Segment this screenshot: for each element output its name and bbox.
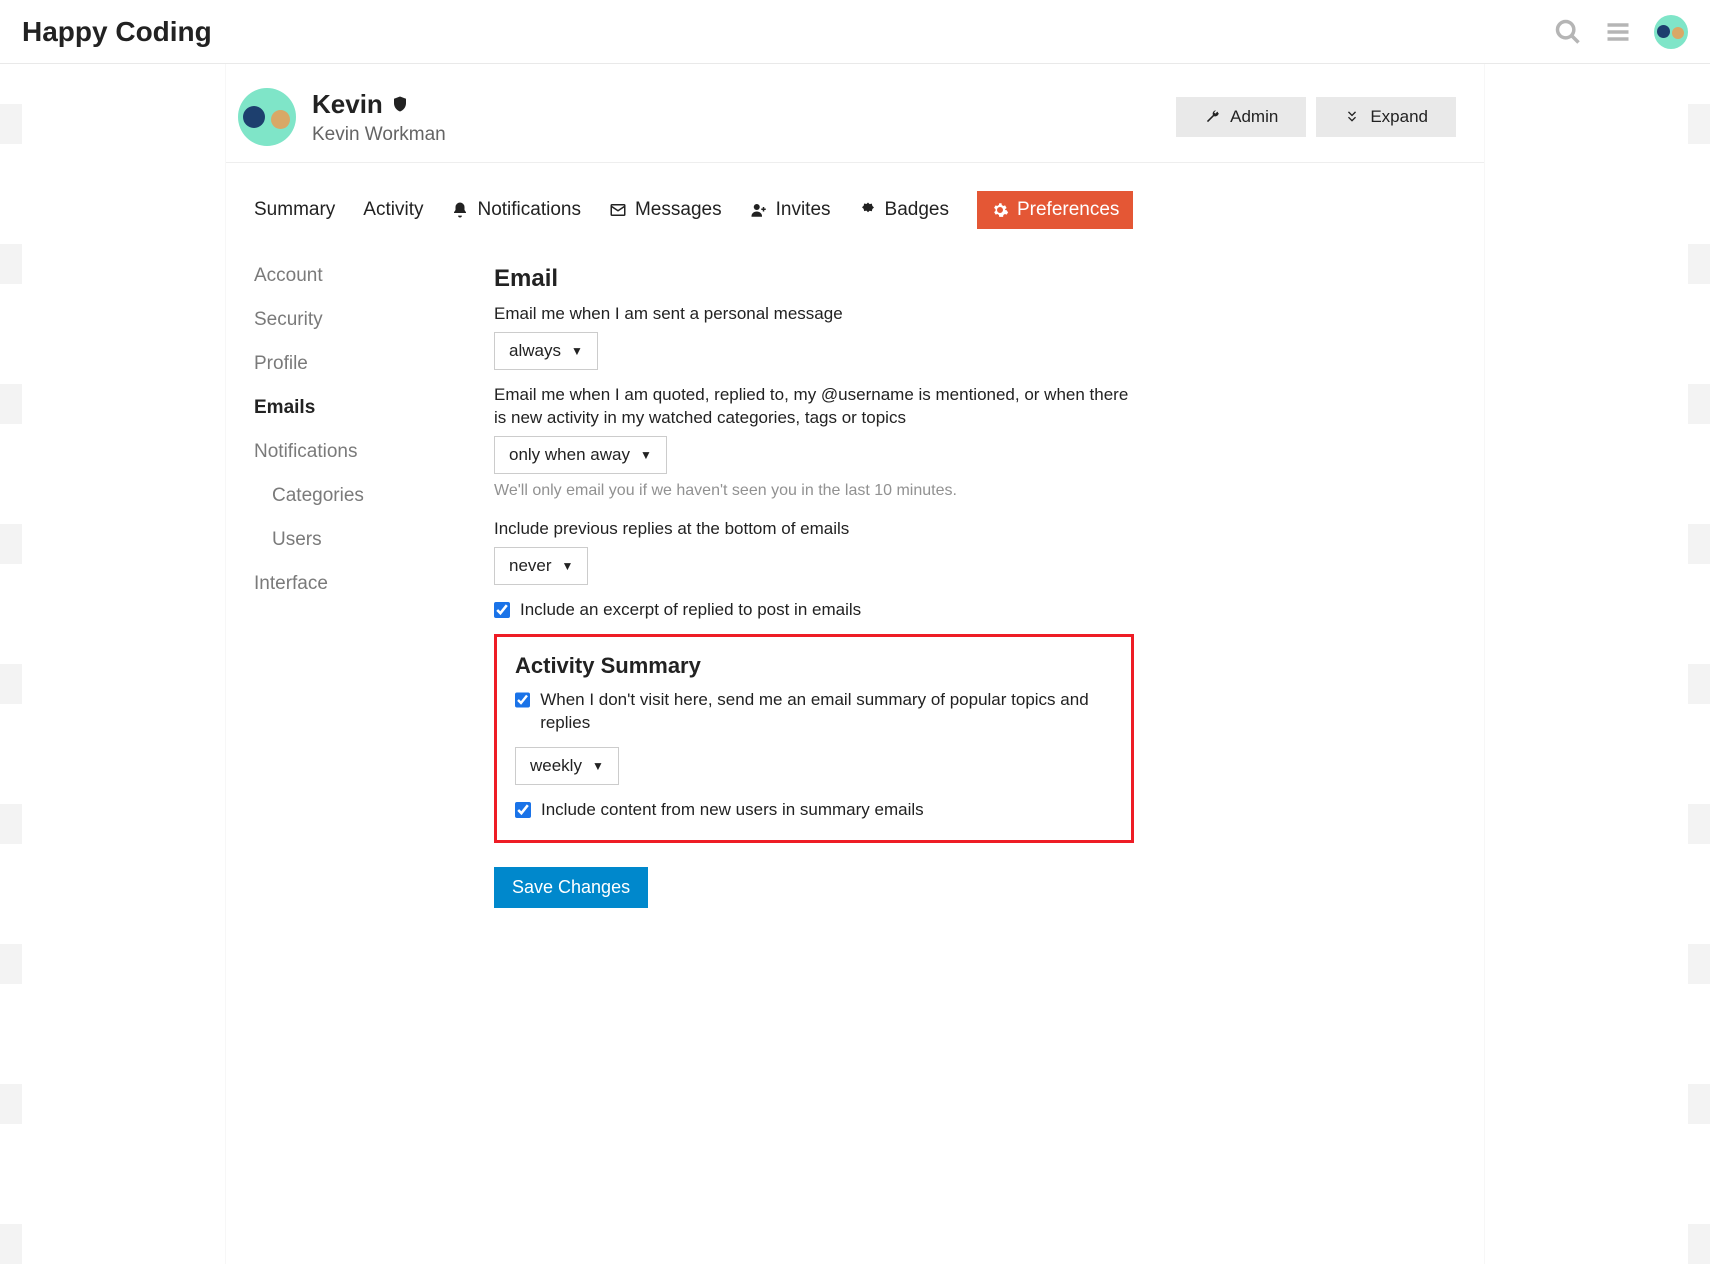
tab-summary[interactable]: Summary [254, 191, 335, 229]
caret-down-icon: ▼ [562, 559, 574, 573]
email-section-title: Email [494, 265, 1134, 293]
sidebar-item-profile[interactable]: Profile [254, 353, 454, 375]
chevron-down-double-icon [1344, 109, 1360, 125]
previous-select[interactable]: never ▼ [494, 547, 588, 585]
certificate-icon [859, 201, 877, 219]
gear-icon [991, 201, 1009, 219]
quoted-value: only when away [509, 445, 630, 465]
pm-select[interactable]: always ▼ [494, 332, 598, 370]
sidebar-item-interface[interactable]: Interface [254, 573, 454, 595]
new-users-label: Include content from new users in summar… [541, 799, 924, 822]
save-label: Save Changes [512, 877, 630, 897]
tab-notifications[interactable]: Notifications [451, 191, 581, 229]
digest-checkbox[interactable] [515, 692, 530, 708]
tab-invites[interactable]: Invites [750, 191, 831, 229]
profile-tabs: Summary Activity Notifications Messages … [226, 191, 1484, 229]
shield-icon [391, 89, 409, 120]
envelope-icon [609, 201, 627, 219]
quoted-label: Email me when I am quoted, replied to, m… [494, 384, 1134, 430]
quoted-select[interactable]: only when away ▼ [494, 436, 667, 474]
expand-label: Expand [1370, 107, 1428, 127]
digest-label: When I don't visit here, send me an emai… [540, 689, 1113, 735]
username-text: Kevin [312, 89, 383, 120]
bell-icon [451, 201, 469, 219]
new-users-checkbox[interactable] [515, 802, 531, 818]
sidebar-item-security[interactable]: Security [254, 309, 454, 331]
save-button[interactable]: Save Changes [494, 867, 648, 908]
caret-down-icon: ▼ [571, 344, 583, 358]
site-title[interactable]: Happy Coding [22, 16, 212, 48]
previous-label: Include previous replies at the bottom o… [494, 518, 1134, 541]
user-plus-icon [750, 201, 768, 219]
email-settings: Email Email me when I am sent a personal… [494, 265, 1134, 908]
preferences-sidebar: Account Security Profile Emails Notifica… [254, 265, 454, 908]
digest-value: weekly [530, 756, 582, 776]
activity-summary-highlight: Activity Summary When I don't visit here… [494, 634, 1134, 843]
pm-value: always [509, 341, 561, 361]
excerpt-checkbox[interactable] [494, 602, 510, 618]
caret-down-icon: ▼ [640, 448, 652, 462]
tab-messages[interactable]: Messages [609, 191, 722, 229]
sidebar-item-categories[interactable]: Categories [254, 485, 454, 507]
sidebar-item-account[interactable]: Account [254, 265, 454, 287]
digest-select[interactable]: weekly ▼ [515, 747, 619, 785]
top-header: Happy Coding [0, 0, 1710, 64]
sidebar-item-emails[interactable]: Emails [254, 397, 454, 419]
quoted-hint: We'll only email you if we haven't seen … [494, 482, 1134, 500]
header-right [1554, 15, 1688, 49]
expand-button[interactable]: Expand [1316, 97, 1456, 137]
profile-username: Kevin [312, 89, 446, 120]
previous-value: never [509, 556, 552, 576]
wrench-icon [1204, 109, 1220, 125]
pm-label: Email me when I am sent a personal messa… [494, 303, 1134, 326]
admin-label: Admin [1230, 107, 1278, 127]
tab-badges[interactable]: Badges [859, 191, 949, 229]
excerpt-label: Include an excerpt of replied to post in… [520, 599, 861, 622]
tab-preferences[interactable]: Preferences [977, 191, 1133, 229]
avatar[interactable] [1654, 15, 1688, 49]
profile-avatar[interactable] [238, 88, 296, 146]
admin-button[interactable]: Admin [1176, 97, 1306, 137]
caret-down-icon: ▼ [592, 759, 604, 773]
activity-summary-title: Activity Summary [515, 653, 1113, 679]
sidebar-item-users[interactable]: Users [254, 529, 454, 551]
profile-realname: Kevin Workman [312, 124, 446, 146]
hamburger-icon[interactable] [1604, 18, 1632, 46]
sidebar-item-notifications[interactable]: Notifications [254, 441, 454, 463]
profile-header: Kevin Kevin Workman Admin Expand [226, 64, 1484, 163]
tab-activity[interactable]: Activity [363, 191, 423, 229]
search-icon[interactable] [1554, 18, 1582, 46]
